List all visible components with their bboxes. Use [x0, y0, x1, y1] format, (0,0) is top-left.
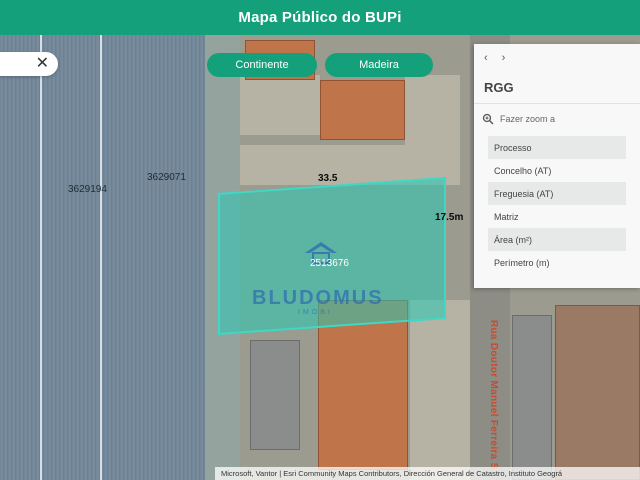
zoom-label: Fazer zoom a — [500, 114, 556, 124]
watermark: BLUDOMUS — [252, 287, 384, 309]
search-box[interactable]: ✕ — [0, 52, 58, 76]
attribute-row: Freguesia (AT) — [488, 182, 626, 205]
watermark-sub: IMOBI — [298, 309, 333, 316]
attribute-row: Perímetro (m) — [494, 257, 550, 268]
selected-parcel-id: 2513676 — [310, 258, 349, 269]
map-attribution: Microsoft, Vantor | Esri Community Maps … — [215, 467, 640, 480]
building-roof — [250, 340, 300, 450]
continente-button[interactable]: Continente — [207, 53, 317, 77]
street-label: Rua Doutor Manuel Ferreira S — [488, 320, 499, 470]
building-roof — [555, 305, 640, 480]
info-panel: ‹ › RGG Fazer zoom a Processo Concelho (… — [474, 44, 640, 288]
attribute-row: Concelho (AT) — [494, 165, 552, 176]
zoom-to-button[interactable]: Fazer zoom a — [474, 104, 640, 134]
attribute-row: Processo — [488, 136, 626, 159]
field-path — [40, 35, 42, 480]
building-roof — [320, 80, 405, 140]
yard — [240, 75, 320, 135]
parking-area — [512, 315, 552, 480]
dimension-top: 33.5 — [318, 173, 338, 184]
attribute-row: Área (m²) — [488, 228, 626, 251]
close-icon[interactable]: ✕ — [36, 56, 49, 72]
panel-title: RGG — [474, 74, 640, 104]
yard — [410, 300, 470, 480]
app-header: Mapa Público do BUPi — [0, 0, 640, 35]
page-title: Mapa Público do BUPi — [238, 9, 402, 26]
dimension-side: 17.5m — [435, 212, 464, 223]
madeira-button[interactable]: Madeira — [325, 53, 433, 77]
parcel-label[interactable]: 3629194 — [68, 184, 107, 195]
panel-nav: ‹ › — [474, 44, 640, 74]
attribute-row: Matriz — [494, 211, 519, 222]
back-arrow-icon[interactable]: ‹ — [484, 52, 488, 74]
attribute-list: Processo Concelho (AT) Freguesia (AT) Ma… — [474, 134, 640, 274]
field-area — [0, 35, 240, 480]
yard — [405, 75, 460, 155]
forward-arrow-icon[interactable]: › — [502, 52, 506, 74]
parcel-label[interactable]: 3629071 — [147, 172, 186, 183]
zoom-icon — [482, 113, 494, 125]
field-path — [100, 35, 102, 480]
